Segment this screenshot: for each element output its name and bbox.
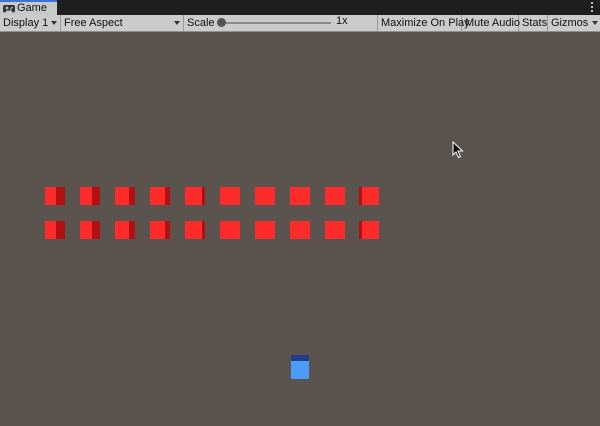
brick-side-face bbox=[202, 187, 205, 205]
brick bbox=[115, 221, 135, 239]
display-label: Display 1 bbox=[3, 17, 49, 29]
paddle-front-face bbox=[291, 361, 309, 379]
brick bbox=[150, 187, 170, 205]
scale-slider-track[interactable] bbox=[221, 22, 331, 24]
brick-side-face bbox=[202, 221, 205, 239]
brick bbox=[45, 187, 65, 205]
scale-slider-thumb[interactable] bbox=[217, 18, 226, 27]
brick bbox=[290, 221, 310, 239]
brick bbox=[325, 187, 345, 205]
paddle bbox=[291, 355, 309, 379]
brick bbox=[220, 221, 240, 239]
aspect-label: Free Aspect bbox=[64, 17, 123, 29]
chevron-down-icon bbox=[51, 21, 57, 25]
more-options-icon[interactable] bbox=[590, 2, 594, 13]
game-toolbar: Display 1 Free Aspect Scale 1x Maximize … bbox=[0, 15, 600, 32]
maximize-on-play-label: Maximize On Play bbox=[381, 17, 470, 29]
brick bbox=[80, 187, 100, 205]
brick-side-face bbox=[165, 221, 170, 239]
display-dropdown[interactable]: Display 1 bbox=[0, 15, 61, 31]
brick-side-face bbox=[359, 187, 362, 205]
scale-value: 1x bbox=[336, 15, 348, 27]
brick bbox=[359, 187, 379, 205]
brick bbox=[115, 187, 135, 205]
brick bbox=[359, 221, 379, 239]
brick-side-face bbox=[165, 187, 170, 205]
brick bbox=[290, 187, 310, 205]
mute-audio-label: Mute Audio bbox=[465, 17, 521, 29]
brick-side-face bbox=[56, 221, 65, 239]
stats-toggle[interactable]: Stats bbox=[519, 15, 548, 31]
chevron-down-icon bbox=[174, 21, 180, 25]
mute-audio-toggle[interactable]: Mute Audio bbox=[462, 15, 521, 31]
game-viewport[interactable] bbox=[0, 32, 600, 426]
brick-side-face bbox=[92, 187, 100, 205]
aspect-dropdown[interactable]: Free Aspect bbox=[61, 15, 184, 31]
gizmos-label: Gizmos bbox=[551, 17, 589, 29]
brick bbox=[255, 187, 275, 205]
tab-label: Game bbox=[17, 2, 47, 14]
brick bbox=[255, 221, 275, 239]
brick-side-face bbox=[56, 187, 65, 205]
gizmos-dropdown[interactable]: Gizmos bbox=[548, 15, 600, 31]
brick-side-face bbox=[359, 221, 362, 239]
tab-game[interactable]: Game bbox=[0, 0, 57, 15]
mouse-cursor-icon bbox=[452, 141, 464, 159]
window-tab-bar: Game bbox=[0, 0, 600, 15]
brick-side-face bbox=[129, 187, 135, 205]
brick bbox=[325, 221, 345, 239]
brick-side-face bbox=[129, 221, 135, 239]
brick bbox=[80, 221, 100, 239]
gamepad-icon bbox=[3, 5, 15, 13]
stats-label: Stats bbox=[522, 17, 548, 29]
brick bbox=[185, 187, 205, 205]
maximize-on-play-toggle[interactable]: Maximize On Play bbox=[378, 15, 470, 31]
brick bbox=[220, 187, 240, 205]
chevron-down-icon bbox=[592, 21, 598, 25]
brick bbox=[45, 221, 65, 239]
scale-label: Scale bbox=[187, 17, 215, 29]
brick-side-face bbox=[92, 221, 100, 239]
brick bbox=[185, 221, 205, 239]
brick bbox=[150, 221, 170, 239]
